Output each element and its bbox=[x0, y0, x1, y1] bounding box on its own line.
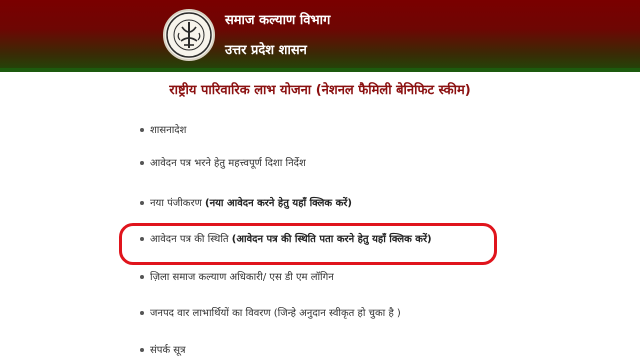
menu-item-label: आवेदन पत्र भरने हेतु महत्त्वपूर्ण दिशा न… bbox=[150, 158, 306, 169]
site-header: समाज कल्याण विभाग उत्तर प्रदेश शासन bbox=[0, 0, 640, 72]
page: समाज कल्याण विभाग उत्तर प्रदेश शासन राष्… bbox=[0, 0, 640, 360]
menu-item-contact[interactable]: संपर्क सूत्र bbox=[124, 342, 186, 360]
menu-item-label: जनपद वार लाभार्थियों का विवरण (जिन्हे अन… bbox=[150, 308, 401, 319]
bullet-icon bbox=[140, 237, 144, 241]
bullet-icon bbox=[140, 201, 144, 205]
application-status-link[interactable]: (आवेदन पत्र की स्थिति पता करने हेतु यहाँ… bbox=[232, 234, 432, 245]
bullet-icon bbox=[140, 161, 144, 165]
department-title: समाज कल्याण विभाग bbox=[225, 13, 331, 28]
menu-item-label: ज़िला समाज कल्याण अधिकारी/ एस डी एम लॉगि… bbox=[150, 272, 334, 283]
menu-item-new-registration[interactable]: नया पंजीकरण (नया आवेदन करने हेतु यहाँ क्… bbox=[124, 195, 352, 213]
menu-item-label: नया पंजीकरण bbox=[150, 198, 205, 209]
bullet-icon bbox=[140, 311, 144, 315]
bullet-icon bbox=[140, 348, 144, 352]
bullet-icon bbox=[140, 128, 144, 132]
menu-item-district-beneficiaries[interactable]: जनपद वार लाभार्थियों का विवरण (जिन्हे अन… bbox=[124, 305, 401, 323]
menu-item-dswo-sdm-login[interactable]: ज़िला समाज कल्याण अधिकारी/ एस डी एम लॉगि… bbox=[124, 269, 334, 287]
menu-item-application-status[interactable]: आवेदन पत्र की स्थिति (आवेदन पत्र की स्थि… bbox=[124, 231, 432, 249]
header-green-strip bbox=[0, 68, 640, 72]
scheme-title: राष्ट्रीय पारिवारिक लाभ योजना (नेशनल फैम… bbox=[169, 83, 471, 98]
bullet-icon bbox=[140, 275, 144, 279]
up-govt-emblem-icon[interactable] bbox=[163, 9, 215, 61]
menu-item-label: संपर्क सूत्र bbox=[150, 345, 186, 356]
menu-item-application-guidelines[interactable]: आवेदन पत्र भरने हेतु महत्त्वपूर्ण दिशा न… bbox=[124, 155, 306, 173]
menu-item-label: शासनादेश bbox=[150, 125, 187, 136]
government-title: उत्तर प्रदेश शासन bbox=[225, 43, 307, 58]
new-registration-link[interactable]: (नया आवेदन करने हेतु यहाँ क्लिक करें) bbox=[205, 198, 352, 209]
menu-item-government-orders[interactable]: शासनादेश bbox=[124, 122, 186, 140]
menu-item-label: आवेदन पत्र की स्थिति bbox=[150, 234, 232, 245]
